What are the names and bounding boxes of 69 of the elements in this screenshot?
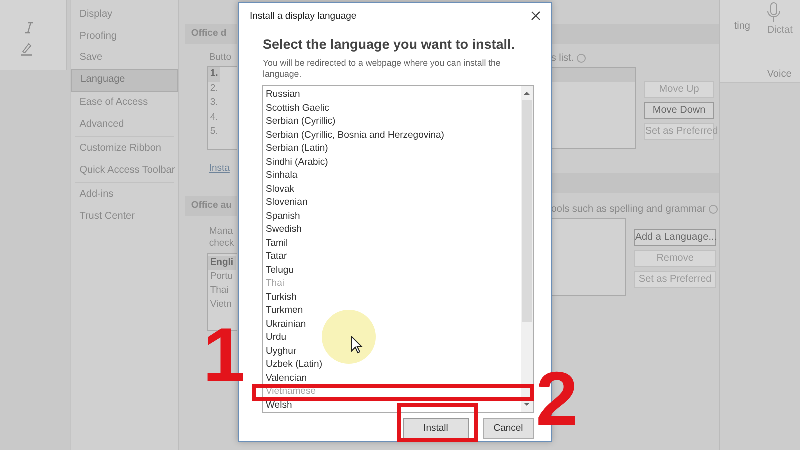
italic-icon[interactable]	[24, 22, 34, 34]
list-item[interactable]: Thai	[208, 284, 231, 298]
microphone-icon[interactable]	[766, 2, 782, 24]
sidebar-item[interactable]: Save	[70, 47, 178, 68]
list-option[interactable]: Telugu	[266, 264, 294, 277]
list-option[interactable]: Ukrainian	[266, 318, 306, 331]
scrollbar[interactable]	[521, 86, 533, 412]
list-option[interactable]: Serbian (Latin)	[266, 142, 328, 156]
dialog-button[interactable]: Cancel	[483, 418, 534, 439]
pointer-icon	[351, 336, 363, 354]
list-option[interactable]: Sindhi (Arabic)	[266, 156, 328, 169]
option-button[interactable]: Move Down	[644, 102, 714, 119]
note-text: ools such as spelling and grammar	[551, 204, 706, 214]
sidebar-item[interactable]: Proofing	[70, 26, 178, 47]
option-button[interactable]: Add a Language...	[634, 229, 716, 246]
sidebar-item[interactable]: Add-ins	[70, 184, 178, 206]
list-option[interactable]: Uyghur	[266, 344, 297, 358]
list-option[interactable]: Welsh	[266, 398, 292, 412]
label-text: Butto	[209, 52, 232, 63]
section-header: Office d	[191, 28, 227, 39]
description-text: You will be redirected to a webpage where you can install the language.	[263, 58, 502, 80]
sidebar-item[interactable]: Advanced	[70, 114, 178, 135]
list-item[interactable]: Engli	[208, 256, 236, 270]
sidebar-item[interactable]: Trust Center	[70, 206, 178, 227]
note-text: s list.	[551, 52, 574, 64]
list-option[interactable]: Uzbek (Latin)	[266, 358, 322, 372]
list-option[interactable]: Serbian (Cyrillic)	[266, 115, 336, 128]
dialog-heading: Select the language you want to install.	[263, 37, 516, 52]
list-option[interactable]: Slovak	[266, 182, 295, 196]
sidebar-item[interactable]: Ease of Access	[70, 92, 178, 114]
description-text: Mana	[209, 226, 234, 238]
description-text: check	[209, 238, 234, 250]
list-option[interactable]: Slovenian	[266, 196, 308, 210]
list-option[interactable]: Spanish	[266, 210, 300, 223]
list-item[interactable]: Vietn	[208, 298, 234, 312]
step-number: 1	[203, 318, 246, 394]
list-item[interactable]: 3.	[208, 96, 220, 110]
list-option[interactable]: Valencian	[266, 372, 308, 385]
sidebar-item[interactable]: Display	[70, 4, 178, 26]
list-option[interactable]: Scottish Gaelic	[266, 102, 330, 115]
dialog-button[interactable]: Install	[403, 418, 469, 439]
close-icon[interactable]	[531, 11, 541, 21]
list-option[interactable]: Tatar	[266, 250, 288, 264]
ribbon-label[interactable]: Dictat	[767, 25, 793, 36]
step-number: 2	[536, 362, 578, 438]
group-label: Voice	[767, 69, 792, 80]
sidebar-item[interactable]: Language	[70, 68, 178, 92]
info-icon	[577, 54, 586, 62]
list-item[interactable]: Portu	[208, 270, 236, 284]
install-link[interactable]: Insta	[209, 163, 230, 174]
list-option[interactable]: Russian	[266, 88, 300, 102]
list-item[interactable]: 5.	[208, 125, 220, 140]
list-item[interactable]: 1.	[208, 67, 220, 82]
dialog-title: Install a display language	[250, 10, 357, 22]
list-option[interactable]: Swedish	[266, 223, 302, 236]
info-icon	[708, 204, 718, 214]
list-option[interactable]: Serbian (Cyrillic, Bosnia and Herzegovina)	[266, 128, 444, 142]
section-header: Office au	[191, 200, 232, 211]
sidebar-item[interactable]: Customize Ribbon	[70, 138, 178, 160]
list-option[interactable]: Turkmen	[266, 304, 304, 318]
list-option[interactable]: Sinhala	[266, 169, 298, 182]
highlighter-icon[interactable]	[20, 42, 34, 56]
list-item[interactable]: 4.	[208, 110, 220, 125]
list-option[interactable]: Tamil	[266, 236, 288, 250]
sidebar-item[interactable]: Quick Access Toolbar	[70, 160, 178, 181]
list-option[interactable]: Urdu	[266, 331, 287, 344]
list-option[interactable]: Turkish	[266, 290, 297, 304]
ribbon-label[interactable]: ting	[734, 21, 750, 32]
list-item[interactable]: 2.	[208, 82, 220, 96]
